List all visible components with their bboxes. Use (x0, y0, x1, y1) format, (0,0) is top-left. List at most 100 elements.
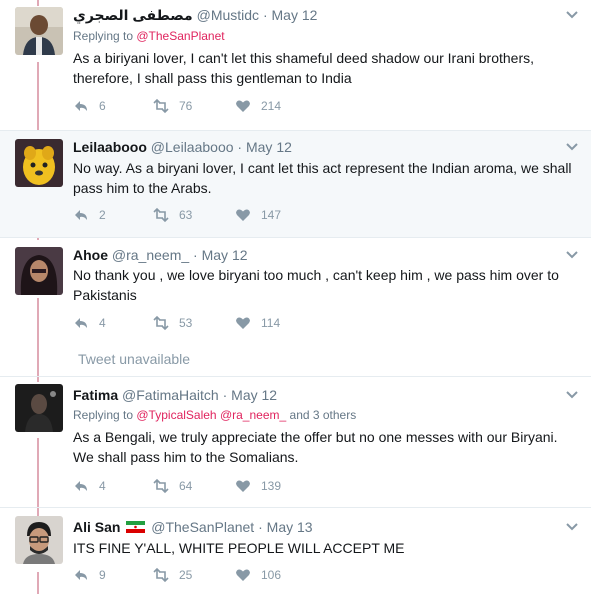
like-button[interactable]: 147 (235, 207, 281, 223)
reply-button[interactable]: 9 (73, 567, 106, 583)
reply-count: 2 (99, 208, 106, 222)
display-name[interactable]: Leilaabooo (73, 139, 147, 155)
reply-count: 9 (99, 568, 106, 582)
tweet-text: No way. As a biryani lover, I cant let t… (73, 160, 572, 196)
separator: · (258, 519, 263, 535)
reply-count: 4 (99, 479, 106, 493)
heart-icon (236, 100, 250, 112)
tweet-text: ITS FINE Y'ALL, WHITE PEOPLE WILL ACCEPT… (73, 540, 405, 556)
display-name[interactable]: Fatima (73, 387, 118, 403)
like-button[interactable]: 114 (235, 315, 280, 331)
display-name[interactable]: Ali San (73, 519, 120, 535)
display-name[interactable]: Ahoe (73, 247, 108, 263)
retweet-count: 76 (179, 99, 193, 113)
reply-icon (75, 570, 87, 580)
replying-others[interactable]: and 3 others (290, 408, 357, 422)
avatar[interactable] (15, 7, 63, 55)
tweet-header: مصطفى الصجري @Mustidc · May 12 (73, 6, 317, 24)
retweet-button[interactable]: 76 (153, 98, 192, 114)
retweet-count: 63 (179, 208, 193, 222)
retweet-icon (153, 478, 169, 494)
tweet-header: Ali San @TheSanPlanet · May 13 (73, 518, 313, 536)
reply-button[interactable]: 6 (73, 98, 106, 114)
like-count: 114 (261, 316, 281, 330)
user-handle[interactable]: @Mustidc (197, 7, 259, 23)
tweet[interactable]: Leilaabooo @Leilaabooo · May 12 No way. … (0, 131, 591, 237)
retweet-button[interactable]: 25 (153, 567, 192, 583)
mention-link[interactable]: @TheSanPlanet (136, 29, 224, 43)
reply-count: 6 (99, 99, 106, 113)
tweet-date[interactable]: May 12 (246, 139, 292, 155)
tweet-header: Fatima @FatimaHaitch · May 12 (73, 386, 277, 404)
tweet-text: As a Bengali, we truly appreciate the of… (73, 429, 558, 465)
tweet[interactable]: مصطفى الصجري @Mustidc · May 12 Replying … (0, 0, 591, 130)
like-button[interactable]: 106 (235, 567, 281, 583)
retweet-count: 25 (179, 568, 193, 582)
heart-icon (236, 317, 250, 329)
replying-label: Replying to (73, 408, 137, 422)
retweet-count: 53 (179, 316, 193, 330)
tweet-date[interactable]: May 12 (202, 247, 248, 263)
reply-count: 4 (99, 316, 106, 330)
mention-link[interactable]: @TypicalSaleh (136, 408, 216, 422)
replying-to: Replying to @TypicalSaleh @ra_neem_ and … (73, 408, 356, 423)
user-handle[interactable]: @ra_neem_ (112, 247, 189, 263)
reply-icon (75, 318, 87, 328)
chevron-down-icon[interactable] (564, 386, 580, 402)
avatar[interactable] (15, 384, 63, 432)
reply-button[interactable]: 4 (73, 315, 106, 331)
heart-icon (236, 480, 250, 492)
tweet-date[interactable]: May 13 (267, 519, 313, 535)
tweet-text: No thank you , we love biryani too much … (73, 267, 559, 303)
reply-button[interactable]: 4 (73, 478, 106, 494)
avatar[interactable] (15, 247, 63, 295)
tweet-date[interactable]: May 12 (231, 387, 277, 403)
reply-icon (75, 101, 87, 111)
retweet-count: 64 (179, 479, 193, 493)
tweet[interactable]: Ahoe @ra_neem_ · May 12 No thank you , w… (0, 238, 591, 338)
like-count: 106 (261, 568, 282, 582)
heart-icon (236, 209, 250, 221)
mention-link[interactable]: @ra_neem_ (220, 408, 286, 422)
tweet-text: As a biriyani lover, I can't let this sh… (73, 50, 535, 86)
user-handle[interactable]: @TheSanPlanet (151, 519, 254, 535)
chevron-down-icon[interactable] (564, 518, 580, 534)
tweet-header: Ahoe @ra_neem_ · May 12 (73, 246, 248, 264)
user-handle[interactable]: @FatimaHaitch (122, 387, 219, 403)
reply-icon (75, 481, 87, 491)
tweet-unavailable: Tweet unavailable (78, 351, 191, 367)
separator: · (262, 7, 268, 23)
tweet[interactable]: Fatima @FatimaHaitch · May 12 Replying t… (0, 377, 591, 507)
like-count: 147 (261, 208, 282, 222)
tweet-date[interactable]: May 12 (272, 7, 318, 23)
chevron-down-icon[interactable] (564, 246, 580, 262)
replying-to: Replying to @TheSanPlanet (73, 29, 225, 44)
chevron-down-icon[interactable] (564, 138, 580, 154)
retweet-button[interactable]: 53 (153, 315, 192, 331)
separator: · (193, 247, 198, 263)
like-count: 214 (261, 99, 282, 113)
reply-button[interactable]: 2 (73, 207, 106, 223)
retweet-icon (153, 98, 169, 114)
display-name[interactable]: مصطفى الصجري (73, 7, 193, 23)
retweet-icon (153, 207, 169, 223)
retweet-button[interactable]: 63 (153, 207, 192, 223)
replying-label: Replying to (73, 29, 137, 43)
retweet-button[interactable]: 64 (153, 478, 192, 494)
like-button[interactable]: 214 (235, 98, 281, 114)
heart-icon (236, 569, 250, 581)
reply-icon (75, 210, 87, 220)
separator: · (222, 387, 228, 403)
tweet-header: Leilaabooo @Leilaabooo · May 12 (73, 138, 292, 156)
separator: · (237, 139, 243, 155)
tweet[interactable]: Ali San @TheSanPlanet · May 13 ITS FINE … (0, 508, 591, 594)
retweet-icon (153, 315, 169, 331)
like-button[interactable]: 139 (235, 478, 281, 494)
retweet-icon (153, 567, 169, 583)
user-handle[interactable]: @Leilaabooo (151, 139, 234, 155)
like-count: 139 (261, 479, 282, 493)
iran-flag-icon (126, 521, 146, 533)
chevron-down-icon[interactable] (564, 6, 580, 22)
avatar[interactable] (15, 139, 63, 187)
avatar[interactable] (15, 516, 63, 564)
